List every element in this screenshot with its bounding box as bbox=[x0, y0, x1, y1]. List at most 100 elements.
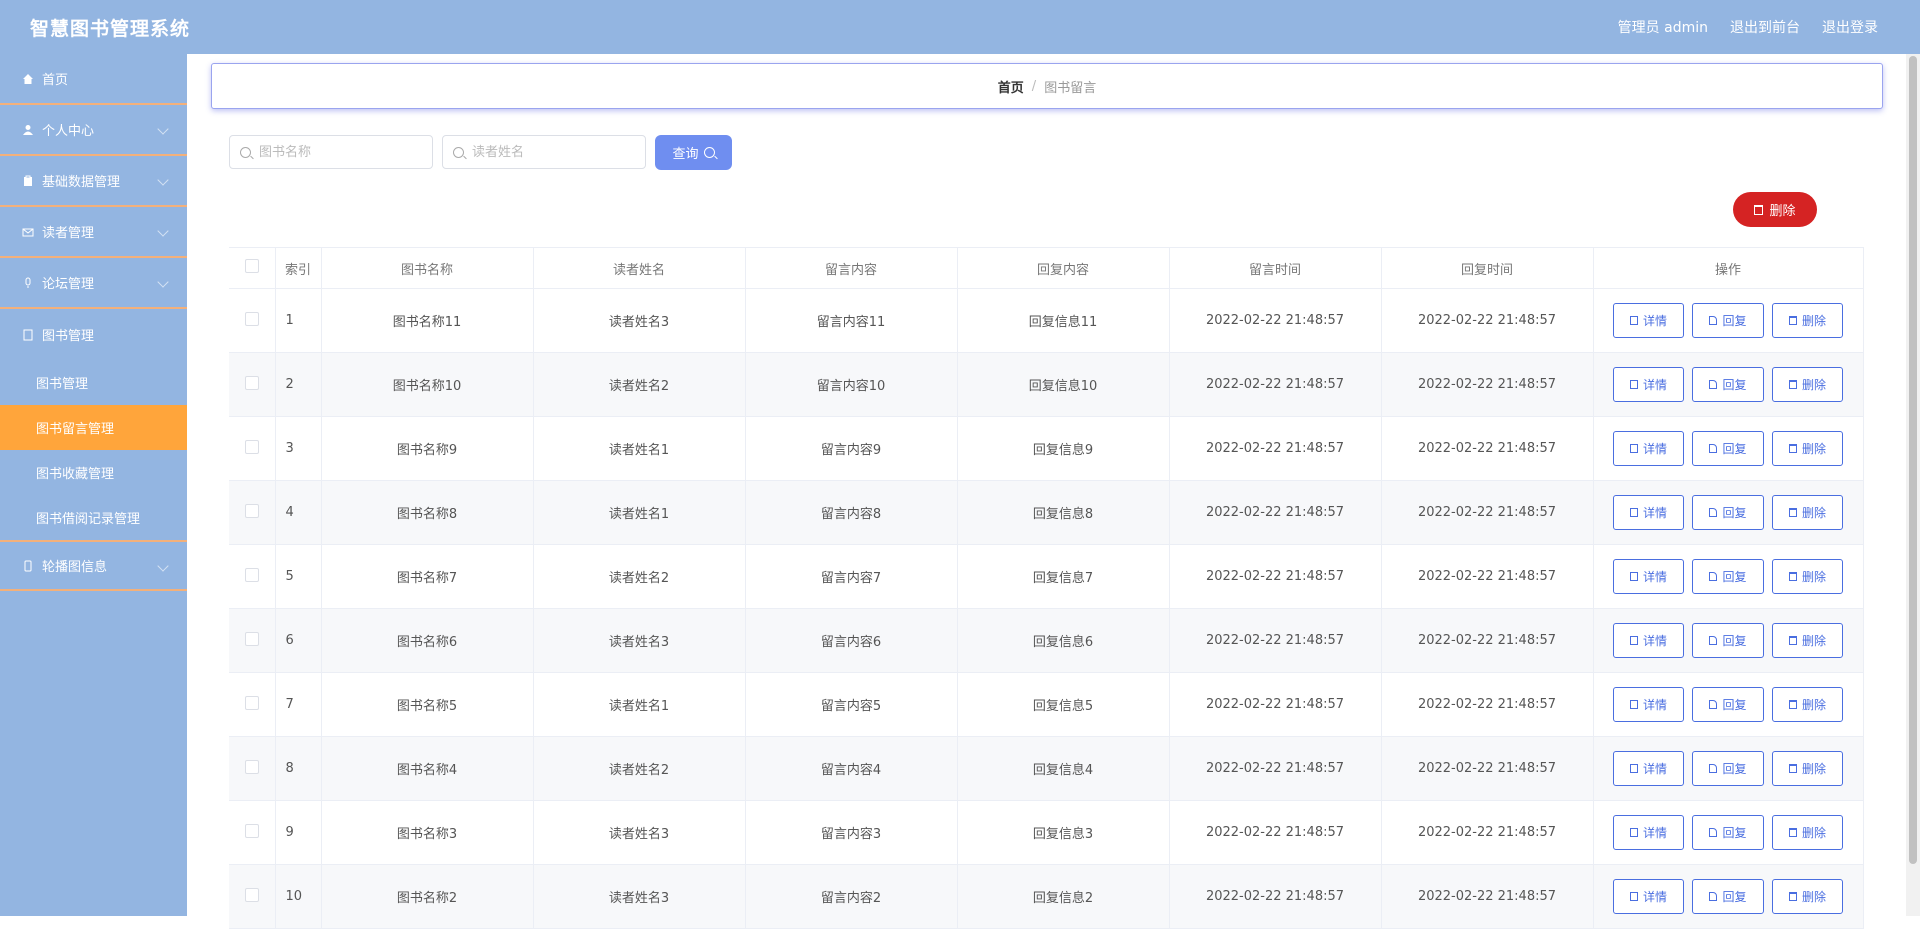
select-all-cell bbox=[229, 247, 276, 289]
cell-reply-time: 2022-02-22 21:48:57 bbox=[1381, 544, 1594, 609]
sidebar-item-home[interactable]: 首页 bbox=[0, 54, 187, 105]
vertical-scrollbar[interactable] bbox=[1906, 54, 1920, 916]
sidebar-subitem-book-management[interactable]: 图书管理 bbox=[0, 360, 187, 405]
scrollbar-thumb[interactable] bbox=[1909, 56, 1917, 864]
reader-name-search-field[interactable] bbox=[442, 135, 646, 169]
logout-link[interactable]: 退出登录 bbox=[1822, 17, 1878, 37]
cell-index: 5 bbox=[275, 544, 322, 609]
row-checkbox[interactable] bbox=[244, 503, 259, 518]
cell-message-time: 2022-02-22 21:48:57 bbox=[1169, 288, 1382, 353]
reply-button[interactable]: 回复 bbox=[1692, 303, 1764, 338]
reply-button[interactable]: 回复 bbox=[1692, 879, 1764, 914]
user-icon bbox=[23, 124, 33, 135]
reply-button[interactable]: 回复 bbox=[1692, 559, 1764, 594]
detail-button[interactable]: 详情 bbox=[1613, 815, 1684, 850]
row-checkbox[interactable] bbox=[244, 887, 259, 902]
cell-reader-name: 读者姓名2 bbox=[533, 352, 746, 417]
cell-index: 8 bbox=[275, 736, 322, 801]
row-delete-button[interactable]: 删除 bbox=[1772, 303, 1843, 338]
exit-to-front-link[interactable]: 退出到前台 bbox=[1730, 17, 1800, 37]
row-delete-button[interactable]: 删除 bbox=[1772, 815, 1843, 850]
row-delete-button[interactable]: 删除 bbox=[1772, 559, 1843, 594]
cell-reply: 回复信息5 bbox=[957, 672, 1170, 737]
reply-button[interactable]: 回复 bbox=[1692, 367, 1764, 402]
sidebar-subitem-borrow-records[interactable]: 图书借阅记录管理 bbox=[0, 495, 187, 540]
detail-button[interactable]: 详情 bbox=[1613, 751, 1684, 786]
clipboard-icon bbox=[24, 175, 32, 186]
cell-reply: 回复信息3 bbox=[957, 800, 1170, 865]
row-checkbox[interactable] bbox=[244, 375, 259, 390]
sidebar-subitem-book-favorites[interactable]: 图书收藏管理 bbox=[0, 450, 187, 495]
detail-button[interactable]: 详情 bbox=[1613, 559, 1684, 594]
row-checkbox[interactable] bbox=[244, 759, 259, 774]
cell-book-name: 图书名称11 bbox=[321, 288, 534, 353]
delete-label: 删除 bbox=[1801, 506, 1826, 520]
row-select-cell bbox=[229, 544, 276, 609]
sidebar-item-profile[interactable]: 个人中心 bbox=[0, 105, 187, 156]
cell-message-time: 2022-02-22 21:48:57 bbox=[1169, 736, 1382, 801]
book-name-search-field[interactable] bbox=[229, 135, 433, 169]
row-checkbox[interactable] bbox=[244, 631, 259, 646]
top-links: 管理员 admin 退出到前台 退出登录 bbox=[1618, 17, 1878, 37]
reply-button[interactable]: 回复 bbox=[1692, 623, 1764, 658]
sidebar-item-carousel[interactable]: 轮播图信息 bbox=[0, 540, 187, 591]
row-delete-button[interactable]: 删除 bbox=[1772, 879, 1843, 914]
cell-index: 9 bbox=[275, 800, 322, 865]
detail-button[interactable]: 详情 bbox=[1613, 623, 1684, 658]
table-row: 8 图书名称4 读者姓名2 留言内容4 回复信息4 2022-02-22 21:… bbox=[229, 736, 1864, 801]
cell-reader-name: 读者姓名2 bbox=[533, 544, 746, 609]
reply-button[interactable]: 回复 bbox=[1692, 431, 1764, 466]
app-title: 智慧图书管理系统 bbox=[30, 18, 191, 40]
sidebar-item-readers[interactable]: 读者管理 bbox=[0, 207, 187, 258]
document-icon bbox=[1629, 892, 1638, 901]
row-delete-button[interactable]: 删除 bbox=[1772, 367, 1843, 402]
delete-label: 删除 bbox=[1801, 634, 1826, 648]
admin-user-label[interactable]: 管理员 admin bbox=[1618, 17, 1708, 37]
cell-message-time: 2022-02-22 21:48:57 bbox=[1169, 416, 1382, 481]
sidebar-item-label: 读者管理 bbox=[42, 226, 95, 241]
edit-icon bbox=[1709, 444, 1718, 453]
sidebar: 首页 个人中心 基础数据管理 读者管理 论坛管理 图书管理 图书管理 图书留言管… bbox=[0, 54, 187, 916]
cell-message: 留言内容8 bbox=[745, 480, 958, 545]
detail-button[interactable]: 详情 bbox=[1613, 431, 1684, 466]
reply-button[interactable]: 回复 bbox=[1692, 751, 1764, 786]
row-checkbox[interactable] bbox=[244, 695, 259, 710]
reply-button[interactable]: 回复 bbox=[1692, 687, 1764, 722]
detail-button[interactable]: 详情 bbox=[1613, 879, 1684, 914]
row-select-cell bbox=[229, 608, 276, 673]
row-checkbox[interactable] bbox=[244, 567, 259, 582]
batch-delete-button[interactable]: 删除 bbox=[1733, 192, 1817, 227]
sidebar-item-books[interactable]: 图书管理 bbox=[0, 309, 187, 360]
detail-button[interactable]: 详情 bbox=[1613, 367, 1684, 402]
row-delete-button[interactable]: 删除 bbox=[1772, 623, 1843, 658]
cell-message-time: 2022-02-22 21:48:57 bbox=[1169, 800, 1382, 865]
reply-button[interactable]: 回复 bbox=[1692, 815, 1764, 850]
row-delete-button[interactable]: 删除 bbox=[1772, 687, 1843, 722]
detail-button[interactable]: 详情 bbox=[1613, 687, 1684, 722]
query-label: 查询 bbox=[672, 147, 699, 162]
row-delete-button[interactable]: 删除 bbox=[1772, 751, 1843, 786]
reply-label: 回复 bbox=[1722, 826, 1747, 840]
cell-message: 留言内容9 bbox=[745, 416, 958, 481]
select-all-checkbox[interactable] bbox=[244, 259, 259, 273]
row-checkbox[interactable] bbox=[244, 823, 259, 838]
book-name-input[interactable] bbox=[257, 143, 431, 161]
breadcrumb-home[interactable]: 首页 bbox=[998, 77, 1024, 96]
sidebar-subitem-book-messages[interactable]: 图书留言管理 bbox=[0, 405, 187, 450]
row-checkbox[interactable] bbox=[244, 439, 259, 454]
row-checkbox[interactable] bbox=[244, 311, 259, 326]
main-content: 首页 / 图书留言 查询 删除 索引 图书名称 读者姓名 bbox=[187, 54, 1920, 929]
row-delete-button[interactable]: 删除 bbox=[1772, 495, 1843, 530]
table-row: 6 图书名称6 读者姓名3 留言内容6 回复信息6 2022-02-22 21:… bbox=[229, 608, 1864, 673]
sidebar-item-forum[interactable]: 论坛管理 bbox=[0, 258, 187, 309]
home-icon bbox=[23, 73, 33, 84]
detail-button[interactable]: 详情 bbox=[1613, 495, 1684, 530]
sidebar-item-basic-data[interactable]: 基础数据管理 bbox=[0, 156, 187, 207]
detail-button[interactable]: 详情 bbox=[1613, 303, 1684, 338]
reply-button[interactable]: 回复 bbox=[1692, 495, 1764, 530]
row-delete-button[interactable]: 删除 bbox=[1772, 431, 1843, 466]
sidebar-item-label: 首页 bbox=[42, 73, 69, 88]
query-button[interactable]: 查询 bbox=[655, 135, 732, 170]
cell-message: 留言内容4 bbox=[745, 736, 958, 801]
reader-name-input[interactable] bbox=[470, 143, 644, 161]
